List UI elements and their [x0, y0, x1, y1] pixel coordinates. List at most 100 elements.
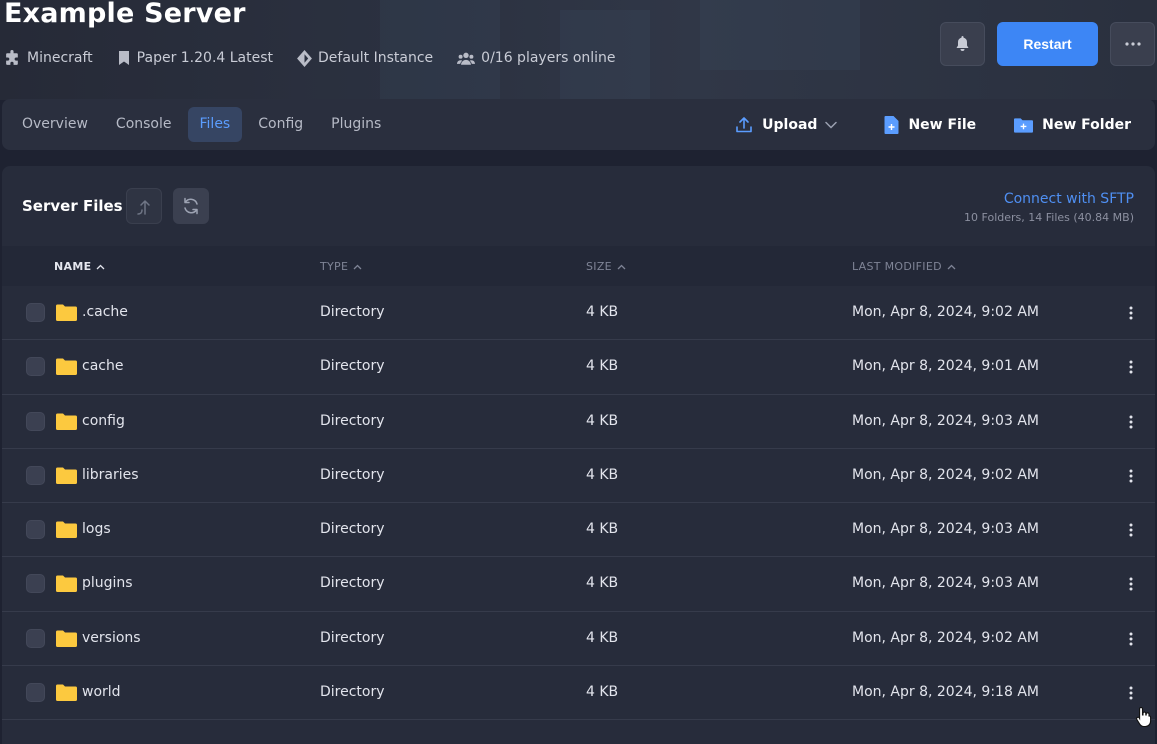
row-checkbox[interactable]	[26, 574, 45, 594]
file-row[interactable]: config Directory 4 KB Mon, Apr 8, 2024, 9:0…	[2, 395, 1155, 449]
file-size: 4 KB	[586, 304, 619, 320]
table-header: NAME TYPE SIZE LAST MODIFIED	[2, 246, 1155, 286]
file-type: Directory	[320, 412, 385, 429]
kebab-menu-icon	[1129, 306, 1133, 320]
kebab-menu-icon	[1129, 577, 1133, 591]
kebab-menu-icon	[1129, 523, 1133, 537]
column-last-modified[interactable]: LAST MODIFIED	[852, 260, 956, 273]
refresh-button[interactable]	[173, 188, 209, 224]
files-summary: 10 Folders, 14 Files (40.84 MB)	[964, 211, 1134, 224]
server-meta: Minecraft Paper 1.20.4 Latest Default In…	[4, 49, 640, 67]
row-actions-button[interactable]	[1124, 573, 1138, 595]
row-checkbox[interactable]	[26, 628, 45, 648]
row-checkbox[interactable]	[26, 465, 45, 485]
notifications-button[interactable]	[940, 22, 985, 66]
file-type: Directory	[320, 684, 385, 701]
column-size[interactable]: SIZE	[586, 260, 626, 273]
users-icon	[457, 52, 476, 65]
row-checkbox[interactable]	[26, 683, 45, 703]
column-type-label: TYPE	[320, 260, 349, 273]
row-actions-button[interactable]	[1124, 682, 1138, 704]
tab-plugins[interactable]: Plugins	[319, 107, 393, 142]
file-name[interactable]: libraries	[82, 467, 139, 483]
kebab-menu-icon	[1129, 360, 1133, 374]
file-row[interactable]: versions Directory 4 KB Mon, Apr 8, 2024, 9…	[2, 612, 1155, 667]
column-type[interactable]: TYPE	[320, 260, 362, 273]
row-checkbox[interactable]	[26, 303, 45, 322]
file-last-modified: Mon, Apr 8, 2024, 9:02 AM	[852, 304, 1039, 320]
file-row[interactable]: logs Directory 4 KB Mon, Apr 8, 2024, 9:03 …	[2, 503, 1155, 558]
file-size: 4 KB	[586, 412, 619, 429]
file-type: Directory	[320, 521, 385, 538]
file-size: 4 KB	[586, 629, 619, 646]
folder-icon	[56, 684, 77, 702]
tab-config[interactable]: Config	[246, 107, 315, 142]
file-last-modified: Mon, Apr 8, 2024, 9:01 AM	[852, 358, 1039, 375]
file-name[interactable]: versions	[82, 630, 141, 646]
chevron-down-icon	[825, 121, 838, 129]
kebab-menu-icon	[1129, 415, 1133, 429]
kebab-menu-icon	[1129, 469, 1133, 483]
server-nav: Overview Console Files Config Plugins Up…	[2, 99, 1155, 150]
row-actions-button[interactable]	[1124, 356, 1138, 378]
parent-directory-button[interactable]	[126, 188, 162, 224]
row-actions-button[interactable]	[1124, 411, 1138, 433]
file-name[interactable]: world	[82, 684, 121, 700]
diamond-icon	[297, 49, 312, 67]
row-actions-button[interactable]	[1124, 465, 1138, 487]
new-folder-button[interactable]: New Folder	[1014, 117, 1131, 133]
file-row[interactable]: plugins Directory 4 KB Mon, Apr 8, 2024, 9:…	[2, 557, 1155, 612]
tab-list: Overview Console Files Config Plugins	[10, 107, 397, 142]
file-row[interactable]: .cache Directory 4 KB Mon, Apr 8, 2024, 9:0…	[2, 286, 1155, 341]
file-row[interactable]: libraries Directory 4 KB Mon, Apr 8, 2024, …	[2, 449, 1155, 504]
new-file-button[interactable]: New File	[884, 115, 976, 134]
level-up-icon	[137, 200, 150, 215]
file-name[interactable]: plugins	[82, 575, 133, 591]
file-row[interactable]: cache Directory 4 KB Mon, Apr 8, 2024, 9:01…	[2, 340, 1155, 395]
folder-icon	[56, 304, 77, 321]
row-checkbox[interactable]	[26, 357, 45, 377]
connect-sftp-link[interactable]: Connect with SFTP	[1004, 191, 1134, 207]
file-row[interactable]: world Directory 4 KB Mon, Apr 8, 2024, 9:18…	[2, 666, 1155, 721]
row-checkbox[interactable]	[26, 411, 45, 431]
file-type: Directory	[320, 575, 385, 592]
row-actions-button[interactable]	[1124, 628, 1138, 650]
restart-button[interactable]: Restart	[997, 22, 1098, 66]
file-type: Directory	[320, 629, 385, 646]
background-decoration	[700, 0, 860, 70]
row-checkbox[interactable]	[26, 520, 45, 540]
server-header: Example Server Minecraft Paper 1.20.4 La…	[0, 0, 1157, 100]
file-last-modified: Mon, Apr 8, 2024, 9:03 AM	[852, 575, 1039, 592]
tab-files[interactable]: Files	[187, 107, 243, 142]
file-name[interactable]: cache	[82, 358, 123, 374]
players-label: 0/16 players online	[481, 50, 616, 66]
column-name-label: NAME	[54, 260, 92, 273]
file-name[interactable]: config	[82, 413, 125, 429]
instance-label: Default Instance	[318, 50, 434, 66]
new-folder-icon	[1014, 117, 1034, 133]
row-actions-button[interactable]	[1124, 302, 1138, 324]
new-file-icon	[884, 115, 899, 134]
file-size: 4 KB	[586, 358, 619, 375]
more-options-button[interactable]	[1110, 22, 1155, 66]
row-actions-button[interactable]	[1124, 519, 1138, 541]
tab-console[interactable]: Console	[104, 107, 184, 142]
kebab-menu-icon	[1129, 632, 1133, 646]
file-size: 4 KB	[586, 575, 619, 592]
file-last-modified: Mon, Apr 8, 2024, 9:03 AM	[852, 521, 1039, 538]
file-size: 4 KB	[586, 466, 619, 483]
new-folder-label: New Folder	[1042, 116, 1131, 133]
tab-overview[interactable]: Overview	[10, 107, 100, 142]
column-name[interactable]: NAME	[54, 260, 105, 273]
column-last-modified-label: LAST MODIFIED	[852, 260, 942, 273]
file-size: 4 KB	[586, 684, 619, 701]
sort-up-icon	[617, 264, 626, 269]
file-name[interactable]: logs	[82, 521, 111, 537]
folder-icon	[56, 467, 77, 484]
file-name[interactable]: .cache	[82, 304, 128, 320]
version-info: Paper 1.20.4 Latest	[117, 50, 273, 66]
game-label: Minecraft	[27, 50, 93, 66]
upload-button[interactable]: Upload	[735, 116, 846, 134]
folder-icon	[56, 358, 77, 376]
file-list: .cache Directory 4 KB Mon, Apr 8, 2024, 9:0…	[2, 286, 1155, 721]
